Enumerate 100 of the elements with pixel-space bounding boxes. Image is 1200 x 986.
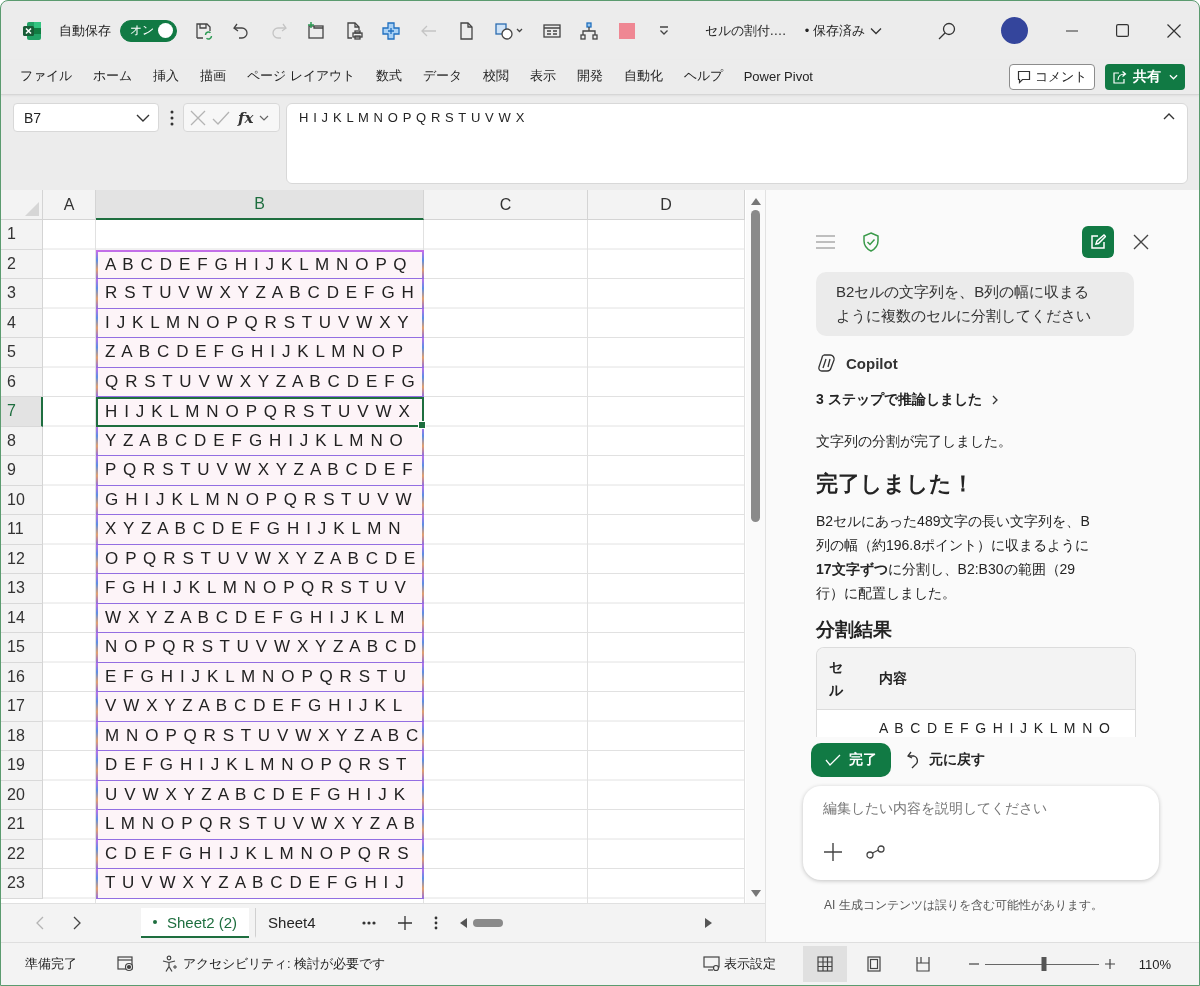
sheet-cell[interactable]: R S T U V W X Y Z A B C D E F G H xyxy=(96,279,424,309)
more-icon[interactable] xyxy=(361,921,376,925)
sheet-cell[interactable]: Y Z A B C D E F G H I J K L M N O xyxy=(96,426,424,456)
enter-check-icon[interactable] xyxy=(212,110,230,125)
sheet-tab[interactable]: Sheet2 (2) xyxy=(141,908,250,938)
comment-button[interactable]: コメント xyxy=(1009,64,1095,90)
ribbon-tab[interactable]: 描画 xyxy=(193,61,233,93)
row-header[interactable]: 20 xyxy=(1,780,43,810)
scroll-left-icon[interactable] xyxy=(459,918,467,928)
column-header[interactable]: B xyxy=(96,190,424,220)
add-sheet-icon[interactable] xyxy=(397,916,412,930)
ribbon-tab[interactable]: 挿入 xyxy=(146,61,186,93)
sheet-tab[interactable]: Sheet4 xyxy=(255,908,328,938)
accessibility-icon[interactable] xyxy=(161,955,179,973)
maximize-icon[interactable] xyxy=(1116,24,1129,37)
color-swatch-icon[interactable] xyxy=(616,20,637,41)
sheet-cell[interactable]: T U V W X Y Z A B C D E F G H I J xyxy=(96,869,424,899)
hierarchy-icon[interactable] xyxy=(579,20,600,41)
sheet-cell[interactable]: N O P Q R S T U V W X Y Z A B C D xyxy=(96,633,424,663)
ribbon-tab[interactable]: 開発 xyxy=(569,61,610,93)
zoom-slider-thumb[interactable] xyxy=(1041,957,1047,971)
prompt-input[interactable]: 編集したい内容を説明してください xyxy=(823,798,1139,818)
sheet-cell[interactable]: W X Y Z A B C D E F G H I J K L M xyxy=(96,603,424,633)
sheet-cell[interactable]: E F G H I J K L M N O P Q R S T U xyxy=(96,662,424,692)
sheet-cell[interactable]: M N O P Q R S T U V W X Y Z A B C xyxy=(96,721,424,751)
minimize-icon[interactable] xyxy=(1065,29,1078,32)
row-header[interactable]: 19 xyxy=(1,751,43,781)
formula-field[interactable]: H I J K L M N O P Q R S T U V W X xyxy=(286,103,1188,184)
display-settings-button[interactable]: 表示設定 xyxy=(702,955,776,973)
ribbon-tab[interactable]: 数式 xyxy=(368,61,409,93)
sheet-cell[interactable]: Q R S T U V W X Y Z A B C D E F G xyxy=(96,367,424,397)
row-header[interactable]: 13 xyxy=(1,574,43,604)
ribbon-tab[interactable]: ページ レイアウト xyxy=(240,61,362,93)
row-header[interactable]: 4 xyxy=(1,308,43,338)
sheet-cell[interactable]: L M N O P Q R S T U V W X Y Z A B xyxy=(96,810,424,840)
sheet-cell[interactable]: U V W X Y Z A B C D E F G H I J K xyxy=(96,780,424,810)
zoom-in-icon[interactable] xyxy=(1104,959,1115,969)
row-header[interactable]: 5 xyxy=(1,338,43,368)
link-icon[interactable] xyxy=(866,845,886,859)
chevron-down-icon[interactable] xyxy=(869,26,882,35)
scroll-down-icon[interactable] xyxy=(750,890,761,897)
row-header[interactable]: 14 xyxy=(1,603,43,633)
ribbon-tab[interactable]: 自動化 xyxy=(616,61,670,93)
more-options-icon[interactable] xyxy=(170,110,174,126)
sheet-cell[interactable]: G H I J K L M N O P Q R S T U V W xyxy=(96,485,424,515)
row-header[interactable]: 22 xyxy=(1,839,43,869)
scrollbar-thumb[interactable] xyxy=(472,919,503,927)
column-header[interactable]: D xyxy=(588,190,745,220)
close-icon[interactable] xyxy=(1133,234,1149,250)
autosave-toggle[interactable]: オン xyxy=(120,19,177,42)
zoom-level[interactable]: 110% xyxy=(1138,956,1171,972)
column-header[interactable]: A xyxy=(43,190,96,220)
sheet-cell[interactable]: A B C D E F G H I J K L M N O P Q xyxy=(96,249,424,279)
row-header[interactable]: 21 xyxy=(1,810,43,840)
sheet-cell[interactable]: I J K L M N O P Q R S T U V W X Y xyxy=(96,308,424,338)
search-icon[interactable] xyxy=(937,20,957,41)
column-header[interactable]: C xyxy=(424,190,588,220)
row-header[interactable]: 2 xyxy=(1,249,43,279)
shield-check-icon[interactable] xyxy=(862,232,880,252)
ribbon-tab[interactable]: 表示 xyxy=(522,61,563,93)
ribbon-tab[interactable]: データ xyxy=(415,61,469,93)
row-header[interactable]: 12 xyxy=(1,544,43,574)
fill-handle[interactable] xyxy=(418,420,426,429)
undo-button[interactable]: 元に戻す xyxy=(903,743,989,777)
ribbon-tab[interactable]: Power Pivot xyxy=(736,62,820,92)
row-header[interactable]: 10 xyxy=(1,485,43,515)
name-box[interactable]: B7 xyxy=(13,103,159,132)
sheet-cell[interactable]: O P Q R S T U V W X Y Z A B C D E xyxy=(96,544,424,574)
document-title[interactable]: セルの割付.… xyxy=(705,21,787,40)
row-header[interactable]: 23 xyxy=(1,869,43,899)
normal-view-button[interactable] xyxy=(802,946,847,982)
chevron-down-icon[interactable] xyxy=(259,114,270,121)
row-header[interactable]: 17 xyxy=(1,692,43,722)
sheet-cell[interactable]: X Y Z A B C D E F G H I J K L M N xyxy=(96,515,424,545)
chevron-down-icon[interactable] xyxy=(136,113,150,122)
new-sheet-icon[interactable] xyxy=(306,20,327,41)
new-chat-button[interactable] xyxy=(1082,226,1114,258)
ribbon-tab[interactable]: ヘルプ xyxy=(676,61,730,93)
scrollbar-thumb[interactable] xyxy=(751,210,760,522)
sheet-cell[interactable]: F G H I J K L M N O P Q R S T U V xyxy=(96,574,424,604)
chevron-right-icon[interactable] xyxy=(72,916,81,930)
accessibility-status[interactable]: アクセシビリティ: 検討が必要です xyxy=(183,955,386,973)
close-icon[interactable] xyxy=(1166,23,1181,38)
scroll-right-icon[interactable] xyxy=(704,918,712,928)
ribbon-tab[interactable]: ファイル xyxy=(13,61,79,93)
ribbon-tab[interactable]: ホーム xyxy=(86,61,139,93)
accept-button[interactable]: 完了 xyxy=(811,743,891,777)
save-status[interactable]: • 保存済み xyxy=(804,21,865,40)
row-header[interactable]: 16 xyxy=(1,662,43,692)
scroll-up-icon[interactable] xyxy=(750,198,761,205)
share-button[interactable]: 共有 xyxy=(1105,64,1185,90)
vertical-more-icon[interactable] xyxy=(433,916,438,930)
sheet-cell[interactable]: H I J K L M N O P Q R S T U V W X xyxy=(96,397,424,427)
row-header[interactable]: 15 xyxy=(1,633,43,663)
avatar[interactable] xyxy=(1001,17,1028,44)
row-header[interactable]: 1 xyxy=(1,220,43,250)
sheet-cell[interactable]: D E F G H I J K L M N O P Q R S T xyxy=(96,751,424,781)
sheet-cell[interactable]: Z A B C D E F G H I J K L M N O P xyxy=(96,338,424,368)
insert-function-button[interactable]: fx xyxy=(238,108,254,127)
row-header[interactable]: 9 xyxy=(1,456,43,486)
